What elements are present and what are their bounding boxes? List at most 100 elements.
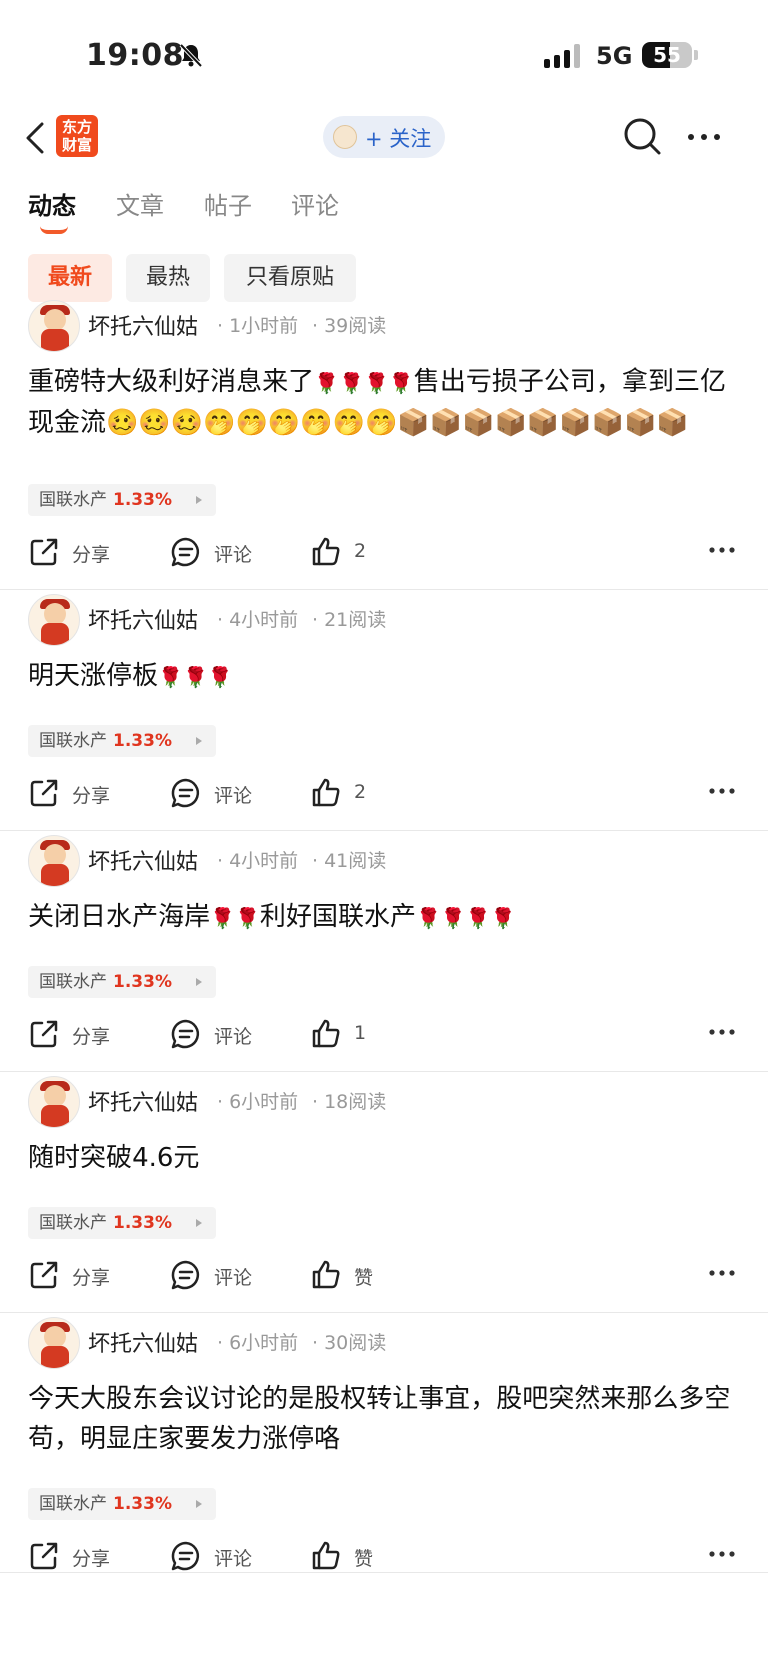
battery-tip bbox=[694, 50, 698, 60]
like-button[interactable]: 赞 bbox=[310, 1255, 390, 1295]
author-name[interactable]: 坏托六仙姑 bbox=[88, 309, 198, 341]
post-time: · 1小时前 bbox=[217, 315, 299, 337]
share-button[interactable]: 分享 bbox=[28, 1014, 118, 1054]
network-type: 5G bbox=[596, 42, 633, 70]
stock-tag[interactable]: 国联水产 1.33% bbox=[28, 966, 216, 998]
more-icon[interactable] bbox=[708, 787, 736, 795]
post-actions: 分享 评论 赞 bbox=[0, 1536, 768, 1576]
stock-change: 1.33% bbox=[113, 731, 172, 751]
like-count: 1 bbox=[354, 1022, 367, 1044]
more-icon[interactable] bbox=[686, 132, 722, 142]
post-time: · 4小时前 bbox=[217, 609, 299, 631]
more-icon[interactable] bbox=[708, 1028, 736, 1036]
stock-name: 国联水产 bbox=[39, 1213, 107, 1233]
post-content[interactable]: 今天大股东会议讨论的是股权转让事宜，股吧突然来那么多空苟，明显庄家要发力涨停咯 bbox=[28, 1379, 740, 1459]
comment-icon bbox=[171, 778, 200, 808]
more-icon[interactable] bbox=[708, 546, 736, 554]
share-button[interactable]: 分享 bbox=[28, 1536, 118, 1576]
filter-hottest[interactable]: 最热 bbox=[126, 254, 210, 302]
share-button[interactable]: 分享 bbox=[28, 773, 118, 813]
post-content[interactable]: 重磅特大级利好消息来了🌹🌹🌹🌹售出亏损子公司，拿到三亿现金流🥴🥴🥴🤭🤭🤭🤭🤭🤭📦… bbox=[28, 362, 740, 443]
read-count: · 18阅读 bbox=[312, 1091, 387, 1113]
avatar[interactable] bbox=[28, 835, 80, 887]
comment-button[interactable]: 评论 bbox=[170, 773, 260, 813]
post-content[interactable]: 关闭日水产海岸🌹🌹利好国联水产🌹🌹🌹🌹 bbox=[28, 897, 740, 938]
stock-name: 国联水产 bbox=[39, 1494, 107, 1514]
search-icon[interactable] bbox=[622, 116, 662, 156]
comment-button[interactable]: 评论 bbox=[170, 1014, 260, 1054]
thumbs-up-icon bbox=[312, 1541, 340, 1570]
post-actions: 分享 评论 赞 bbox=[0, 1255, 768, 1295]
read-count: · 39阅读 bbox=[312, 315, 387, 337]
comment-label: 评论 bbox=[214, 785, 253, 807]
post-actions: 分享 评论 2 bbox=[0, 773, 768, 813]
post-content[interactable]: 明天涨停板🌹🌹🌹 bbox=[28, 656, 740, 697]
comment-label: 评论 bbox=[214, 1548, 253, 1570]
comment-icon bbox=[171, 1260, 200, 1290]
post-card[interactable]: 坏托六仙姑 · 6小时前 · 18阅读 随时突破4.6元 国联水产 1.33% 分… bbox=[0, 1072, 768, 1313]
more-icon[interactable] bbox=[708, 1550, 736, 1558]
stock-tag[interactable]: 国联水产 1.33% bbox=[28, 484, 216, 516]
like-button[interactable]: 2 bbox=[310, 773, 390, 813]
author-name[interactable]: 坏托六仙姑 bbox=[88, 603, 198, 635]
follow-button[interactable]: + 关注 bbox=[323, 116, 445, 158]
comment-icon bbox=[171, 1541, 200, 1571]
battery-icon: 55 bbox=[642, 42, 692, 68]
avatar[interactable] bbox=[28, 300, 80, 352]
post-actions: 分享 评论 1 bbox=[0, 1014, 768, 1054]
share-icon bbox=[30, 1020, 58, 1048]
play-arrow-icon bbox=[196, 496, 202, 504]
author-name[interactable]: 坏托六仙姑 bbox=[88, 1085, 198, 1117]
post-time: · 6小时前 bbox=[217, 1091, 299, 1113]
thumbs-up-icon bbox=[312, 778, 340, 807]
share-button[interactable]: 分享 bbox=[28, 1255, 118, 1295]
stock-tag[interactable]: 国联水产 1.33% bbox=[28, 1488, 216, 1520]
author-name[interactable]: 坏托六仙姑 bbox=[88, 1326, 198, 1358]
post-card[interactable]: 坏托六仙姑 · 4小时前 · 41阅读 关闭日水产海岸🌹🌹利好国联水产🌹🌹🌹🌹 … bbox=[0, 831, 768, 1072]
tab-bar: 动态 文章 帖子 评论 bbox=[0, 186, 768, 236]
more-icon[interactable] bbox=[708, 1269, 736, 1277]
share-label: 分享 bbox=[72, 1026, 111, 1048]
tab-posts[interactable]: 帖子 bbox=[204, 186, 252, 221]
tab-dynamic[interactable]: 动态 bbox=[28, 186, 76, 221]
comment-label: 评论 bbox=[214, 544, 253, 566]
thumbs-up-icon bbox=[312, 1019, 340, 1048]
avatar[interactable] bbox=[28, 594, 80, 646]
filter-original-only[interactable]: 只看原贴 bbox=[224, 254, 356, 302]
tab-comments[interactable]: 评论 bbox=[291, 186, 339, 221]
active-tab-indicator bbox=[40, 226, 68, 234]
comment-button[interactable]: 评论 bbox=[170, 1536, 260, 1576]
author-name[interactable]: 坏托六仙姑 bbox=[88, 844, 198, 876]
post-content[interactable]: 随时突破4.6元 bbox=[28, 1138, 740, 1178]
bell-muted-icon bbox=[179, 43, 203, 68]
stock-tag[interactable]: 国联水产 1.33% bbox=[28, 725, 216, 757]
comment-button[interactable]: 评论 bbox=[170, 532, 260, 572]
share-label: 分享 bbox=[72, 544, 111, 566]
read-count: · 30阅读 bbox=[312, 1332, 387, 1354]
nav-bar: 东方财富 + 关注 bbox=[0, 110, 768, 168]
divider bbox=[0, 1572, 768, 1573]
filter-latest[interactable]: 最新 bbox=[28, 254, 112, 302]
app-logo: 东方财富 bbox=[56, 115, 98, 157]
share-label: 分享 bbox=[72, 785, 111, 807]
tab-articles[interactable]: 文章 bbox=[116, 186, 164, 221]
post-card[interactable]: 坏托六仙姑 · 1小时前 · 39阅读 重磅特大级利好消息来了🌹🌹🌹🌹售出亏损子… bbox=[0, 296, 768, 590]
like-button[interactable]: 2 bbox=[310, 532, 390, 572]
share-icon bbox=[30, 1261, 58, 1289]
stock-name: 国联水产 bbox=[39, 972, 107, 992]
avatar[interactable] bbox=[28, 1317, 80, 1369]
like-count: 赞 bbox=[354, 1267, 374, 1289]
share-button[interactable]: 分享 bbox=[28, 532, 118, 572]
like-button[interactable]: 1 bbox=[310, 1014, 390, 1054]
comment-label: 评论 bbox=[214, 1026, 253, 1048]
comment-button[interactable]: 评论 bbox=[170, 1255, 260, 1295]
like-count: 2 bbox=[354, 540, 367, 562]
back-icon[interactable] bbox=[22, 120, 48, 156]
stock-change: 1.33% bbox=[113, 972, 172, 992]
like-button[interactable]: 赞 bbox=[310, 1536, 390, 1576]
follow-label: + 关注 bbox=[365, 127, 432, 151]
stock-tag[interactable]: 国联水产 1.33% bbox=[28, 1207, 216, 1239]
post-card[interactable]: 坏托六仙姑 · 4小时前 · 21阅读 明天涨停板🌹🌹🌹 国联水产 1.33% 分… bbox=[0, 590, 768, 831]
post-card[interactable]: 坏托六仙姑 · 6小时前 · 30阅读 今天大股东会议讨论的是股权转让事宜，股吧… bbox=[0, 1313, 768, 1573]
avatar[interactable] bbox=[28, 1076, 80, 1128]
